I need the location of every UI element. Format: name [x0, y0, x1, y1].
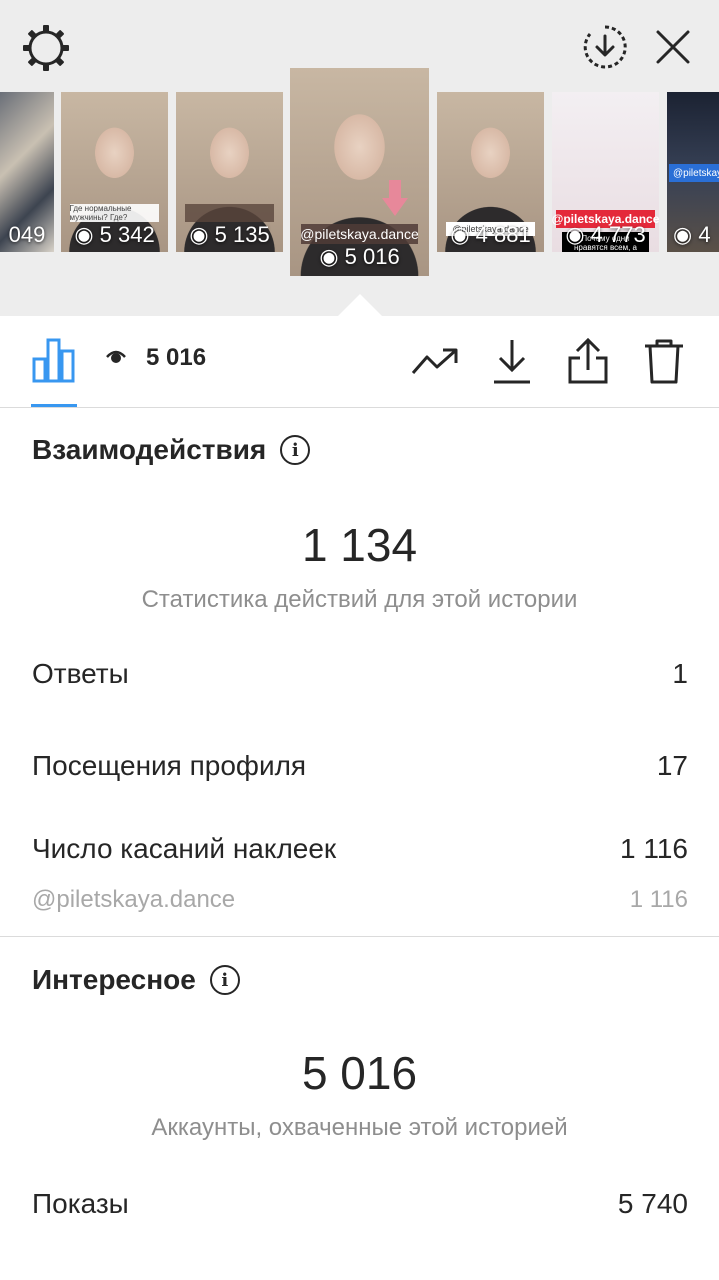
- section-divider: [0, 936, 719, 937]
- metric-row-sticker-mention: @piletskaya.dance 1 116: [32, 886, 688, 914]
- metric-label: Число касаний наклеек: [32, 833, 337, 864]
- info-icon[interactable]: i: [209, 965, 240, 995]
- thumbnail-sticker: Где нормальные мужчины? Где?: [69, 204, 160, 222]
- thumbnail-sticker: [184, 204, 275, 222]
- story-preview-area: 049 Где нормальные мужчины? Где? ◉ 5 342…: [0, 0, 719, 316]
- active-tab-indicator: [31, 404, 77, 407]
- interactions-total: 1 134: [301, 519, 418, 571]
- metric-row-replies: Ответы 1: [32, 658, 688, 690]
- thumbnail-sticker: @piletskaya.dance: [669, 164, 719, 182]
- thumbnail-views: ◉ 4: [673, 222, 711, 247]
- story-thumbnail[interactable]: 049: [0, 92, 54, 252]
- trending-up-icon[interactable]: [410, 342, 460, 382]
- interactions-title-text: Взаимодействия: [32, 434, 267, 465]
- download-icon[interactable]: [490, 336, 534, 386]
- insights-chart-icon[interactable]: [31, 336, 77, 384]
- metric-label: Посещения профиля: [32, 750, 307, 781]
- discovery-title-text: Интересное: [32, 964, 196, 995]
- story-thumbnail-selected[interactable]: @piletskaya.dance ◉ 5 016: [290, 68, 429, 276]
- eye-icon: [106, 344, 126, 372]
- story-thumbnail-strip: 049 Где нормальные мужчины? Где? ◉ 5 342…: [0, 68, 719, 280]
- metric-row-profile-visits: Посещения профиля 17: [32, 750, 688, 782]
- info-icon[interactable]: i: [280, 435, 311, 465]
- discovery-section-title: Интересное i: [32, 964, 240, 996]
- thumbnail-views: 049: [8, 222, 46, 247]
- story-thumbnail[interactable]: Где нормальные мужчины? Где? ◉ 5 342: [61, 92, 168, 252]
- discovery-subtitle: Аккаунты, охваченные этой историей: [151, 1114, 568, 1141]
- thumbnail-sticker: @piletskaya.dance: [301, 224, 418, 244]
- thumbnail-views: ◉ 5 016: [319, 244, 400, 269]
- download-circle-icon[interactable]: [578, 20, 632, 74]
- metric-value: 1 116: [620, 833, 688, 864]
- insights-toolbar: 5 016: [0, 316, 719, 408]
- story-thumbnail[interactable]: @piletskaya.dance ◉ 4 881: [437, 92, 544, 252]
- views-value: 5 016: [146, 344, 207, 371]
- story-views-count: 5 016: [106, 344, 206, 372]
- arrow-down-sticker: [382, 180, 408, 216]
- thumbnail-views: ◉ 4 773: [565, 222, 646, 247]
- thumbnail-views: ◉ 4 881: [450, 222, 531, 247]
- metric-row-sticker-taps: Число касаний наклеек 1 116: [32, 833, 688, 865]
- story-thumbnail[interactable]: @piletskaya.dance Почему одни нравятся в…: [552, 92, 659, 252]
- close-icon[interactable]: [648, 20, 698, 74]
- metric-value: 17: [656, 750, 688, 781]
- metric-label: Показы: [32, 1188, 129, 1219]
- story-thumbnail[interactable]: ◉ 5 135: [176, 92, 283, 252]
- story-thumbnail[interactable]: @piletskaya.dance ◉ 4: [667, 92, 719, 252]
- metric-label: @piletskaya.dance: [32, 886, 236, 913]
- thumbnail-views: ◉ 5 135: [189, 222, 270, 247]
- metric-value: 5 740: [617, 1188, 688, 1219]
- metric-value: 1: [672, 658, 688, 689]
- delete-trash-icon[interactable]: [642, 336, 686, 386]
- metric-row-impressions: Показы 5 740: [32, 1188, 688, 1220]
- selection-pointer: [338, 294, 382, 316]
- share-icon[interactable]: [566, 336, 610, 386]
- thumbnail-views: ◉ 5 342: [74, 222, 155, 247]
- metric-value: 1 116: [629, 886, 688, 913]
- interactions-subtitle: Статистика действий для этой истории: [141, 586, 578, 613]
- settings-gear-icon[interactable]: [20, 22, 72, 74]
- discovery-total: 5 016: [301, 1047, 418, 1099]
- metric-label: Ответы: [32, 658, 129, 689]
- interactions-section-title: Взаимодействия i: [32, 434, 311, 466]
